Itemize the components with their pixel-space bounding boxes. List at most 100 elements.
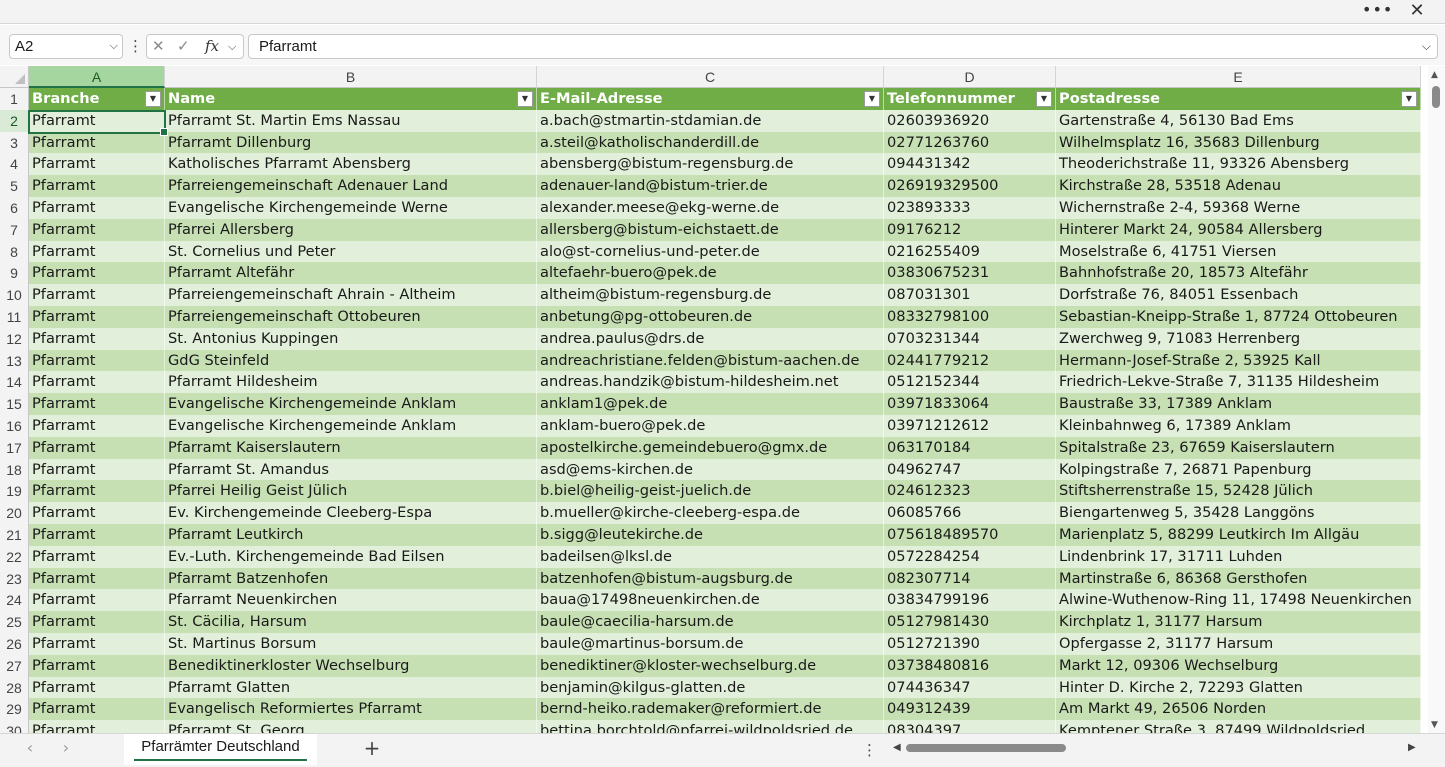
table-cell[interactable]: abensberg@bistum-regensburg.de [537, 153, 884, 176]
row-number[interactable]: 25 [0, 611, 29, 633]
table-cell[interactable]: andrea.paulus@drs.de [537, 327, 884, 350]
table-cell[interactable]: Kolpingstraße 7, 26871 Papenburg [1056, 458, 1421, 481]
vertical-dots-icon[interactable]: ⋮ [128, 35, 143, 57]
table-cell[interactable]: baule@martinus-borsum.de [537, 633, 884, 655]
header-cell[interactable]: Postadresse ▼ [1056, 88, 1421, 110]
header-cell[interactable]: E-Mail-Adresse ▼ [537, 88, 884, 110]
table-cell[interactable]: Hinter D. Kirche 2, 72293 Glatten [1056, 676, 1421, 699]
table-cell[interactable]: andreachristiane.felden@bistum-aachen.de [537, 349, 884, 372]
table-cell[interactable]: baua@17498neuenkirchen.de [537, 589, 884, 612]
table-cell[interactable]: Stiftsherrenstraße 15, 52428 Jülich [1056, 480, 1421, 503]
table-cell[interactable]: Pfarramt [29, 197, 165, 219]
header-cell[interactable]: Branche ▼ [29, 88, 165, 110]
table-cell[interactable]: St. Cäcilia, Harsum [165, 611, 537, 633]
table-cell[interactable]: b.mueller@kirche-cleeberg-espa.de [537, 502, 884, 524]
table-cell[interactable]: Pfarramt Hildesheim [165, 371, 537, 394]
table-cell[interactable]: Am Markt 49, 26506 Norden [1056, 698, 1421, 721]
table-cell[interactable]: apostelkirche.gemeindebuero@gmx.de [537, 436, 884, 459]
table-cell[interactable]: Hinterer Markt 24, 90584 Allersberg [1056, 218, 1421, 241]
table-cell[interactable]: 0572284254 [884, 545, 1056, 568]
scroll-right-icon[interactable]: ▶ [1408, 742, 1416, 753]
close-icon[interactable]: ✕ [1405, 1, 1429, 21]
table-cell[interactable]: Pfarramt [29, 131, 165, 154]
table-cell[interactable]: a.bach@stmartin-stdamian.de [537, 109, 884, 132]
table-cell[interactable]: 08304397 [884, 720, 1056, 733]
table-cell[interactable]: 023893333 [884, 197, 1056, 219]
table-cell[interactable]: Dorfstraße 76, 84051 Essenbach [1056, 284, 1421, 306]
table-cell[interactable]: Pfarramt Altefähr [165, 262, 537, 285]
table-cell[interactable]: 03971212612 [884, 415, 1056, 437]
table-cell[interactable]: Gartenstraße 4, 56130 Bad Ems [1056, 109, 1421, 132]
table-cell[interactable]: b.sigg@leutekirche.de [537, 524, 884, 546]
table-cell[interactable]: St. Antonius Kuppingen [165, 327, 537, 350]
more-options-icon[interactable]: ••• [1362, 1, 1392, 21]
table-cell[interactable]: 024612323 [884, 480, 1056, 503]
column-header-e[interactable]: E [1056, 66, 1421, 88]
table-cell[interactable]: 0216255409 [884, 240, 1056, 263]
scroll-down-icon[interactable]: ▼ [1431, 720, 1438, 730]
table-cell[interactable]: 03830675231 [884, 262, 1056, 285]
insert-function-icon[interactable]: fx [205, 35, 219, 58]
row-number[interactable]: 8 [0, 240, 29, 263]
table-cell[interactable]: altheim@bistum-regensburg.de [537, 284, 884, 306]
row-number[interactable]: 13 [0, 349, 29, 372]
header-cell[interactable]: Telefonnummer ▼ [884, 88, 1056, 110]
horizontal-scroll-thumb[interactable] [906, 744, 1066, 752]
table-cell[interactable]: Evangelische Kirchengemeinde Werne [165, 197, 537, 219]
table-cell[interactable]: Pfarreiengemeinschaft Adenauer Land [165, 175, 537, 197]
chevron-down-icon[interactable]: ⌵ [228, 35, 236, 58]
table-cell[interactable]: Pfarramt [29, 698, 165, 721]
table-cell[interactable]: Zwerchweg 9, 71083 Herrenberg [1056, 327, 1421, 350]
row-number[interactable]: 15 [0, 393, 29, 415]
table-cell[interactable]: Pfarramt [29, 458, 165, 481]
table-cell[interactable]: anklam-buero@pek.de [537, 415, 884, 437]
table-cell[interactable]: 0512721390 [884, 633, 1056, 655]
table-cell[interactable]: 09176212 [884, 218, 1056, 241]
table-cell[interactable]: a.steil@katholischanderdill.de [537, 131, 884, 154]
table-cell[interactable]: Evangelische Kirchengemeinde Anklam [165, 415, 537, 437]
cancel-icon[interactable]: ✕ [152, 35, 165, 58]
table-cell[interactable]: alexander.meese@ekg-werne.de [537, 197, 884, 219]
row-number[interactable]: 23 [0, 567, 29, 590]
row-number[interactable]: 6 [0, 197, 29, 219]
table-cell[interactable]: Theoderichstraße 11, 93326 Abensberg [1056, 153, 1421, 176]
table-cell[interactable]: 04962747 [884, 458, 1056, 481]
table-cell[interactable]: 075618489570 [884, 524, 1056, 546]
add-sheet-icon[interactable]: + [360, 736, 384, 760]
row-number[interactable]: 4 [0, 153, 29, 176]
table-cell[interactable]: Pfarramt [29, 633, 165, 655]
scroll-left-icon[interactable]: ◀ [893, 742, 901, 753]
table-cell[interactable]: asd@ems-kirchen.de [537, 458, 884, 481]
table-cell[interactable]: Pfarramt [29, 109, 165, 132]
row-number[interactable]: 16 [0, 415, 29, 437]
table-cell[interactable]: Pfarramt [29, 567, 165, 590]
table-cell[interactable]: badeilsen@lksl.de [537, 545, 884, 568]
spreadsheet-grid[interactable]: A B C D E 1 Branche ▼ Name ▼ E-Mail-Adresse ▼ Telefo… [0, 66, 1428, 733]
table-cell[interactable]: Baustraße 33, 17389 Anklam [1056, 393, 1421, 415]
table-cell[interactable]: Pfarramt St. Amandus [165, 458, 537, 481]
table-cell[interactable]: Pfarrei Allersberg [165, 218, 537, 241]
table-cell[interactable]: Pfarramt Kaiserslautern [165, 436, 537, 459]
table-cell[interactable]: 0703231344 [884, 327, 1056, 350]
filter-dropdown-icon[interactable]: ▼ [864, 91, 880, 107]
filter-dropdown-icon[interactable]: ▼ [1036, 91, 1052, 107]
row-number[interactable]: 21 [0, 524, 29, 546]
row-number[interactable]: 22 [0, 545, 29, 568]
table-cell[interactable]: bernd-heiko.rademaker@reformiert.de [537, 698, 884, 721]
row-number[interactable]: 10 [0, 284, 29, 306]
table-cell[interactable]: Lindenbrink 17, 31711 Luhden [1056, 545, 1421, 568]
row-number[interactable]: 28 [0, 676, 29, 699]
table-cell[interactable]: 074436347 [884, 676, 1056, 699]
table-cell[interactable]: Pfarramt [29, 502, 165, 524]
name-box-value[interactable]: A2 [15, 38, 33, 55]
table-cell[interactable]: Kemptener Straße 3, 87499 Wildpoldsried [1056, 720, 1421, 733]
table-cell[interactable]: 06085766 [884, 502, 1056, 524]
table-cell[interactable]: GdG Steinfeld [165, 349, 537, 372]
chevron-down-icon[interactable]: ⌵ [110, 35, 118, 58]
table-cell[interactable]: Evangelische Kirchengemeinde Anklam [165, 393, 537, 415]
filter-dropdown-icon[interactable]: ▼ [1401, 91, 1417, 107]
table-cell[interactable]: 02771263760 [884, 131, 1056, 154]
row-number[interactable]: 2 [0, 109, 29, 132]
table-cell[interactable]: Pfarramt [29, 284, 165, 306]
table-cell[interactable]: allersberg@bistum-eichstaett.de [537, 218, 884, 241]
